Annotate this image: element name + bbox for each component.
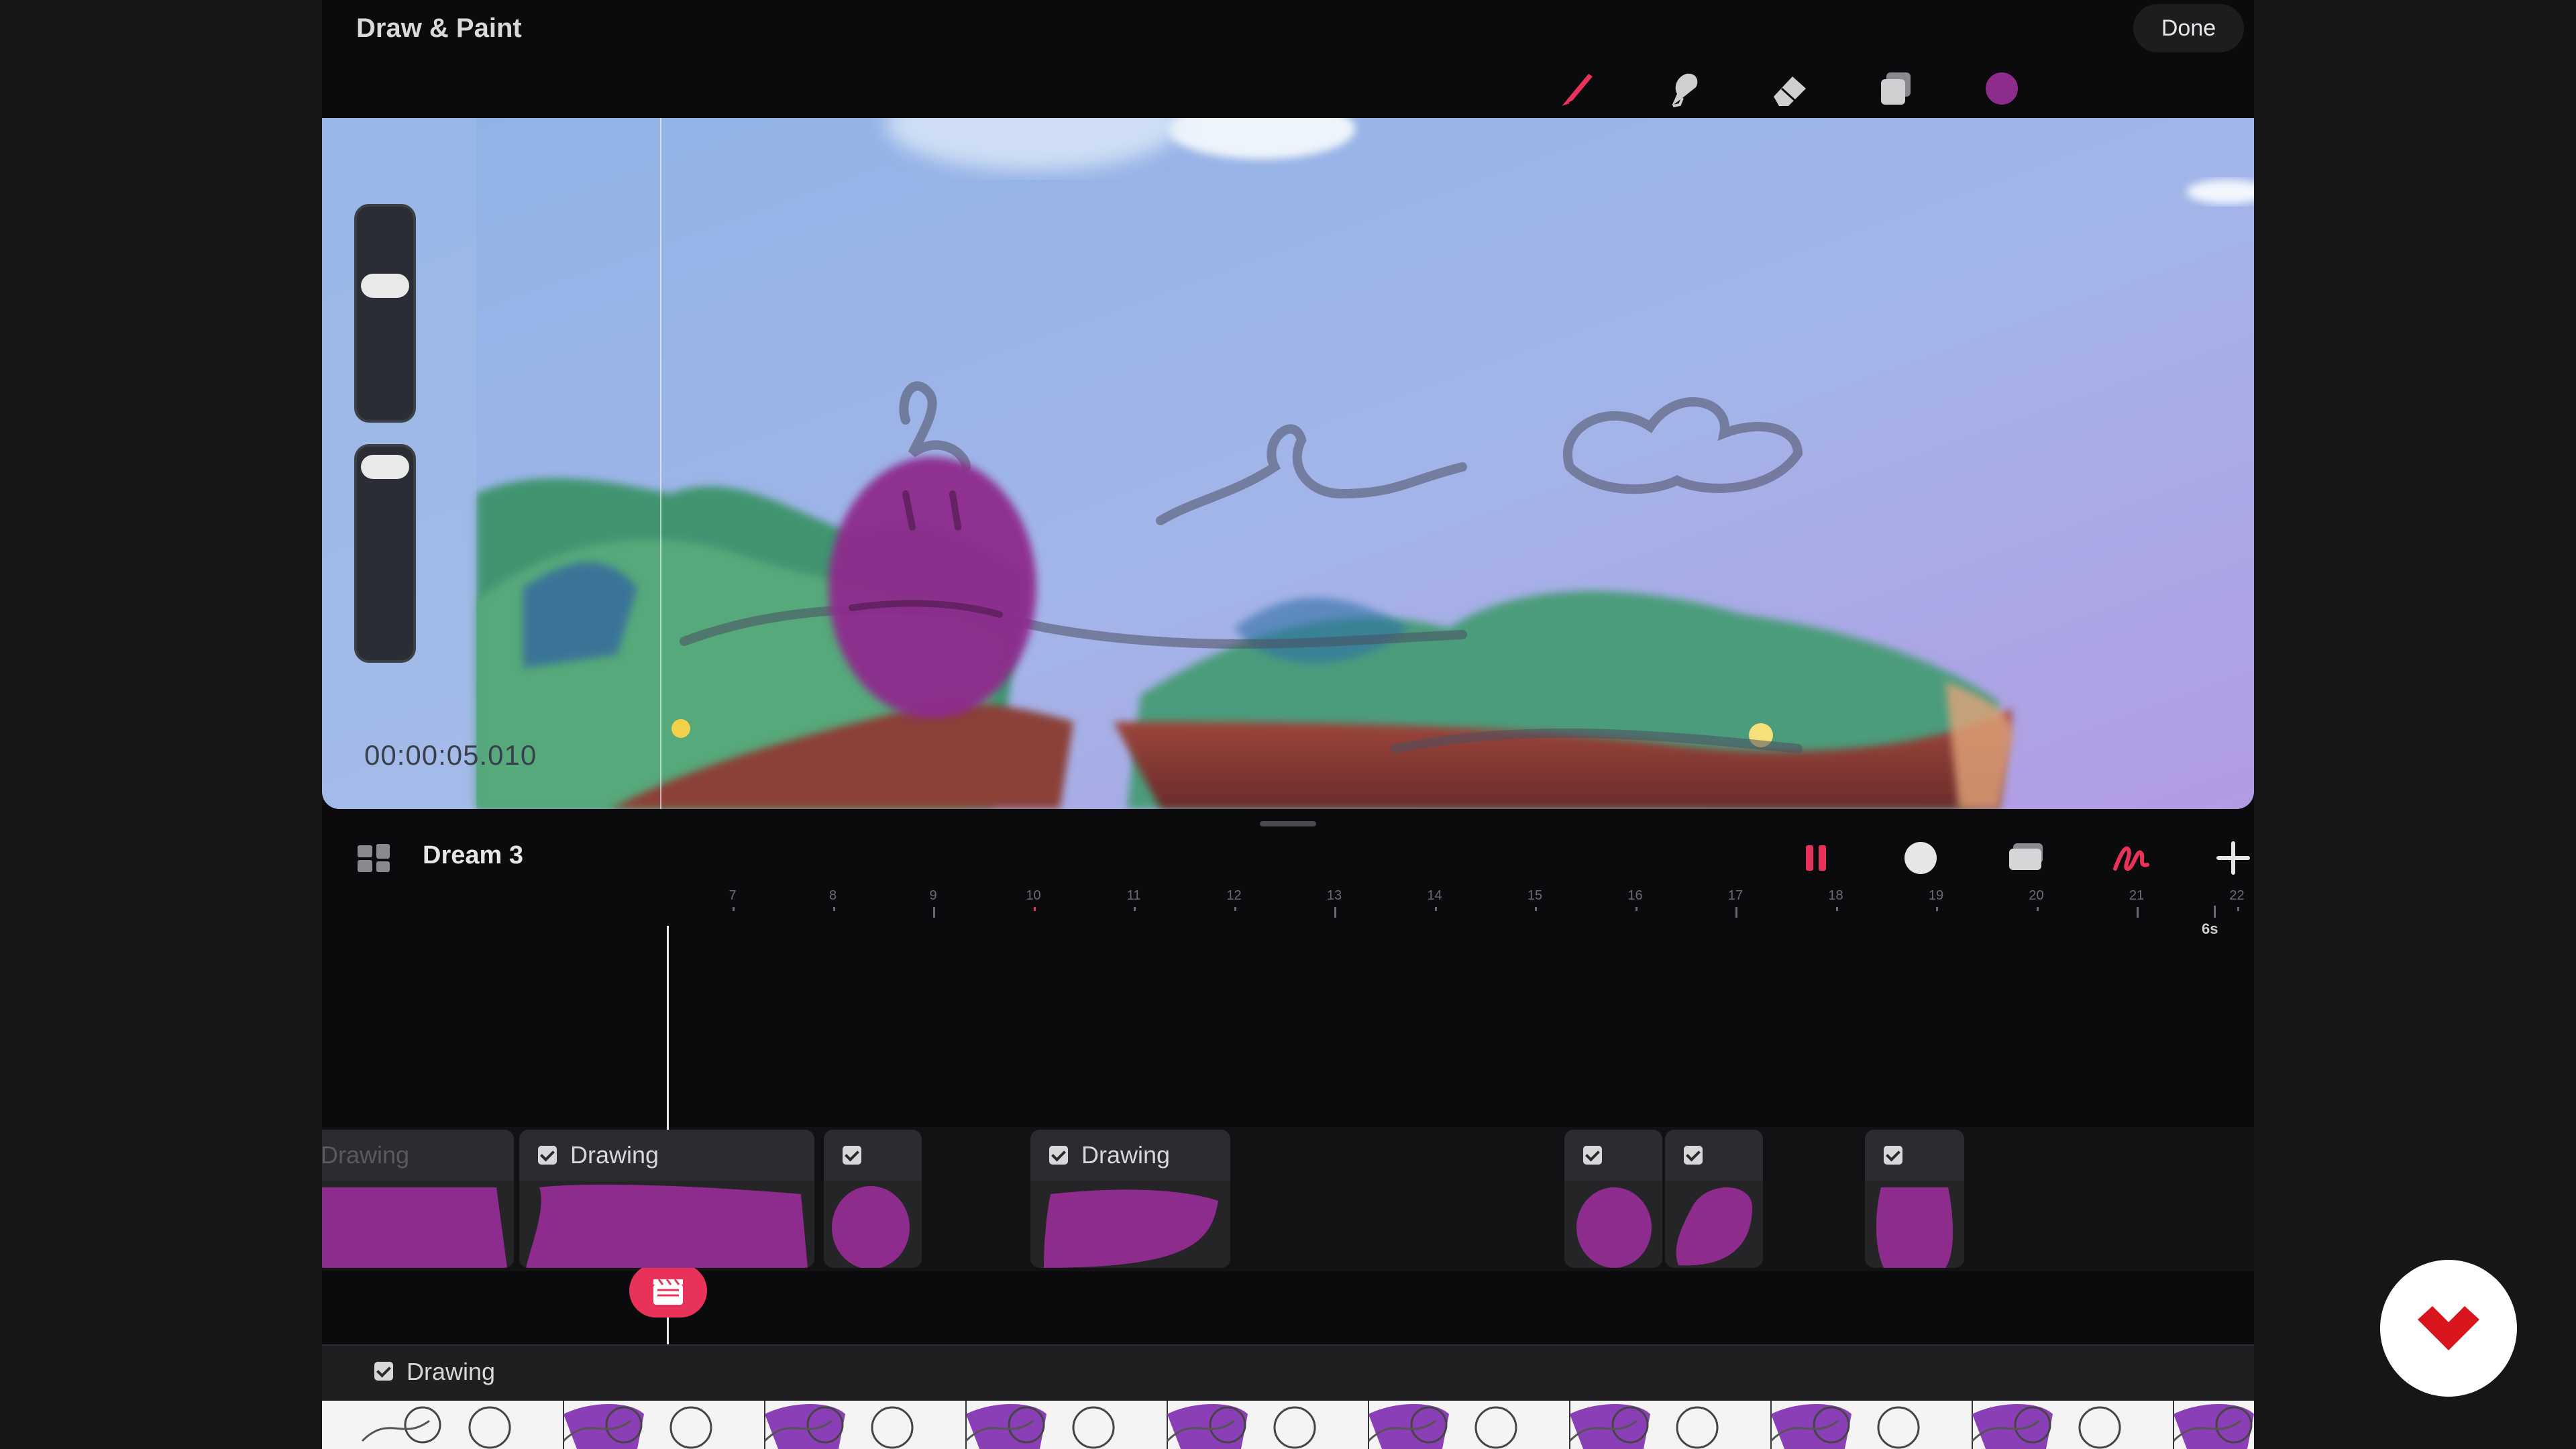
clip-header[interactable] [824,1130,922,1181]
clip-thumbnail [1865,1181,1964,1268]
record-icon[interactable] [1898,836,1943,880]
project-title: Dream 3 [423,841,523,869]
clip-header[interactable]: Drawing [322,1130,514,1181]
storyboard-filmstrip[interactable] [322,1401,2254,1449]
ruler-tick [733,907,735,911]
ruler-tick-label: 9 [929,888,937,903]
ruler-tick [1835,907,1838,911]
timeline-clip[interactable]: Drawing [519,1130,814,1268]
ruler-tick-label: 16 [1627,888,1643,903]
clip-header[interactable] [1564,1130,1662,1181]
project-browser-icon[interactable] [356,843,394,873]
ruler-tick-label: 13 [1326,888,1342,903]
brand-logo-badge [2380,1260,2517,1397]
timeline-clip[interactable] [1665,1130,1763,1268]
clip-thumbnail [1564,1181,1662,1268]
playhead-canvas-line [660,118,661,809]
opacity-thumb[interactable] [361,455,409,479]
ruler-tick-label: 20 [2029,888,2044,903]
layers-icon[interactable] [1874,67,1917,110]
clip-visibility-checkbox[interactable] [1049,1146,1068,1165]
ruler-tick [1635,907,1638,911]
ruler-tick [1434,907,1437,911]
ruler-tick [933,907,935,918]
ruler-tick-label: 22 [2229,888,2245,903]
track-label: Drawing [407,1358,496,1385]
clip-thumbnail [824,1181,922,1268]
clip-visibility-checkbox[interactable] [1884,1146,1902,1165]
clip-thumbnail [1030,1181,1230,1268]
plus-icon[interactable] [2211,836,2254,880]
drawing-canvas[interactable]: 00:00:05.010 [322,118,2254,809]
filmstrip-frames [361,1401,2254,1449]
clip-label: Drawing [322,1141,410,1169]
ruler-tick [833,907,835,911]
ruler-tick-label: 14 [1427,888,1442,903]
canvas-artwork [322,118,2254,809]
track-visibility-checkbox[interactable] [374,1362,393,1381]
ruler-end-label: 6s [2202,920,2218,937]
ruler-tick [2237,907,2239,911]
clip-header[interactable]: Drawing [1030,1130,1230,1181]
ruler-tick-label: 21 [2129,888,2145,903]
clip-thumbnail [322,1181,514,1268]
smudge-icon[interactable] [1662,67,1705,110]
app-window: Draw & Paint Done 00:00:05.010 Dream 3 6… [322,0,2254,1449]
timecode-readout: 00:00:05.010 [364,739,537,771]
ruler-tick [1234,907,1236,911]
ruler-tick [2214,906,2216,918]
brush-size-slider[interactable] [354,204,416,423]
clip-thumbnail [519,1181,814,1268]
pause-icon[interactable] [1794,836,1838,880]
timeline-clip[interactable]: Drawing [1030,1130,1230,1268]
storyboard-track-header[interactable] [322,1344,2254,1402]
ruler-tick [1535,907,1537,911]
opacity-slider[interactable] [354,444,416,663]
ruler-tick-label: 15 [1527,888,1543,903]
clip-visibility-checkbox[interactable] [1684,1146,1703,1165]
ruler-tick [1134,907,1136,911]
ruler-tick [1334,907,1336,918]
clip-visibility-checkbox[interactable] [843,1146,861,1165]
clip-header[interactable] [1865,1130,1964,1181]
brush-size-thumb[interactable] [361,274,409,298]
ruler-tick-label: 8 [828,888,837,903]
scribble-icon[interactable] [2109,836,2153,880]
ruler-tick-label: 10 [1026,888,1041,903]
panel-grab-handle[interactable] [1260,821,1316,826]
ruler-tick [2036,907,2039,911]
ruler-tick-label: 19 [1928,888,1944,903]
ruler-tick [1033,907,1036,911]
ruler-tick [1735,907,1737,918]
clip-header[interactable] [1665,1130,1763,1181]
timeline-clip[interactable] [1865,1130,1964,1268]
onion-skin-icon[interactable] [2004,836,2049,880]
ruler-tick-label: 12 [1226,888,1242,903]
ruler-tick [2137,907,2139,918]
ruler-tick-label: 11 [1126,888,1141,903]
color-picker-icon[interactable] [1980,67,2023,110]
window-title: Draw & Paint [356,13,522,43]
clip-header[interactable]: Drawing [519,1130,814,1181]
paintbrush-icon[interactable] [1556,67,1599,110]
clip-visibility-checkbox[interactable] [1583,1146,1602,1165]
timeline-clip[interactable]: Drawing [322,1130,514,1268]
brand-logo-icon [2418,1306,2479,1350]
ruler-tick-label: 17 [1727,888,1743,903]
ruler-tick [1936,907,1938,911]
timeline-clip[interactable] [1564,1130,1662,1268]
clapperboard-icon[interactable] [629,1264,707,1318]
done-button[interactable]: Done [2133,4,2244,52]
ruler-tick-label: 7 [729,888,737,903]
eraser-icon[interactable] [1768,67,1811,110]
timeline-ruler[interactable] [322,885,2254,946]
clip-thumbnail [1665,1181,1763,1268]
timeline-clip[interactable] [824,1130,922,1268]
clip-label: Drawing [570,1141,659,1169]
clip-visibility-checkbox[interactable] [538,1146,557,1165]
ruler-tick-label: 18 [1828,888,1843,903]
clip-label: Drawing [1081,1141,1171,1169]
